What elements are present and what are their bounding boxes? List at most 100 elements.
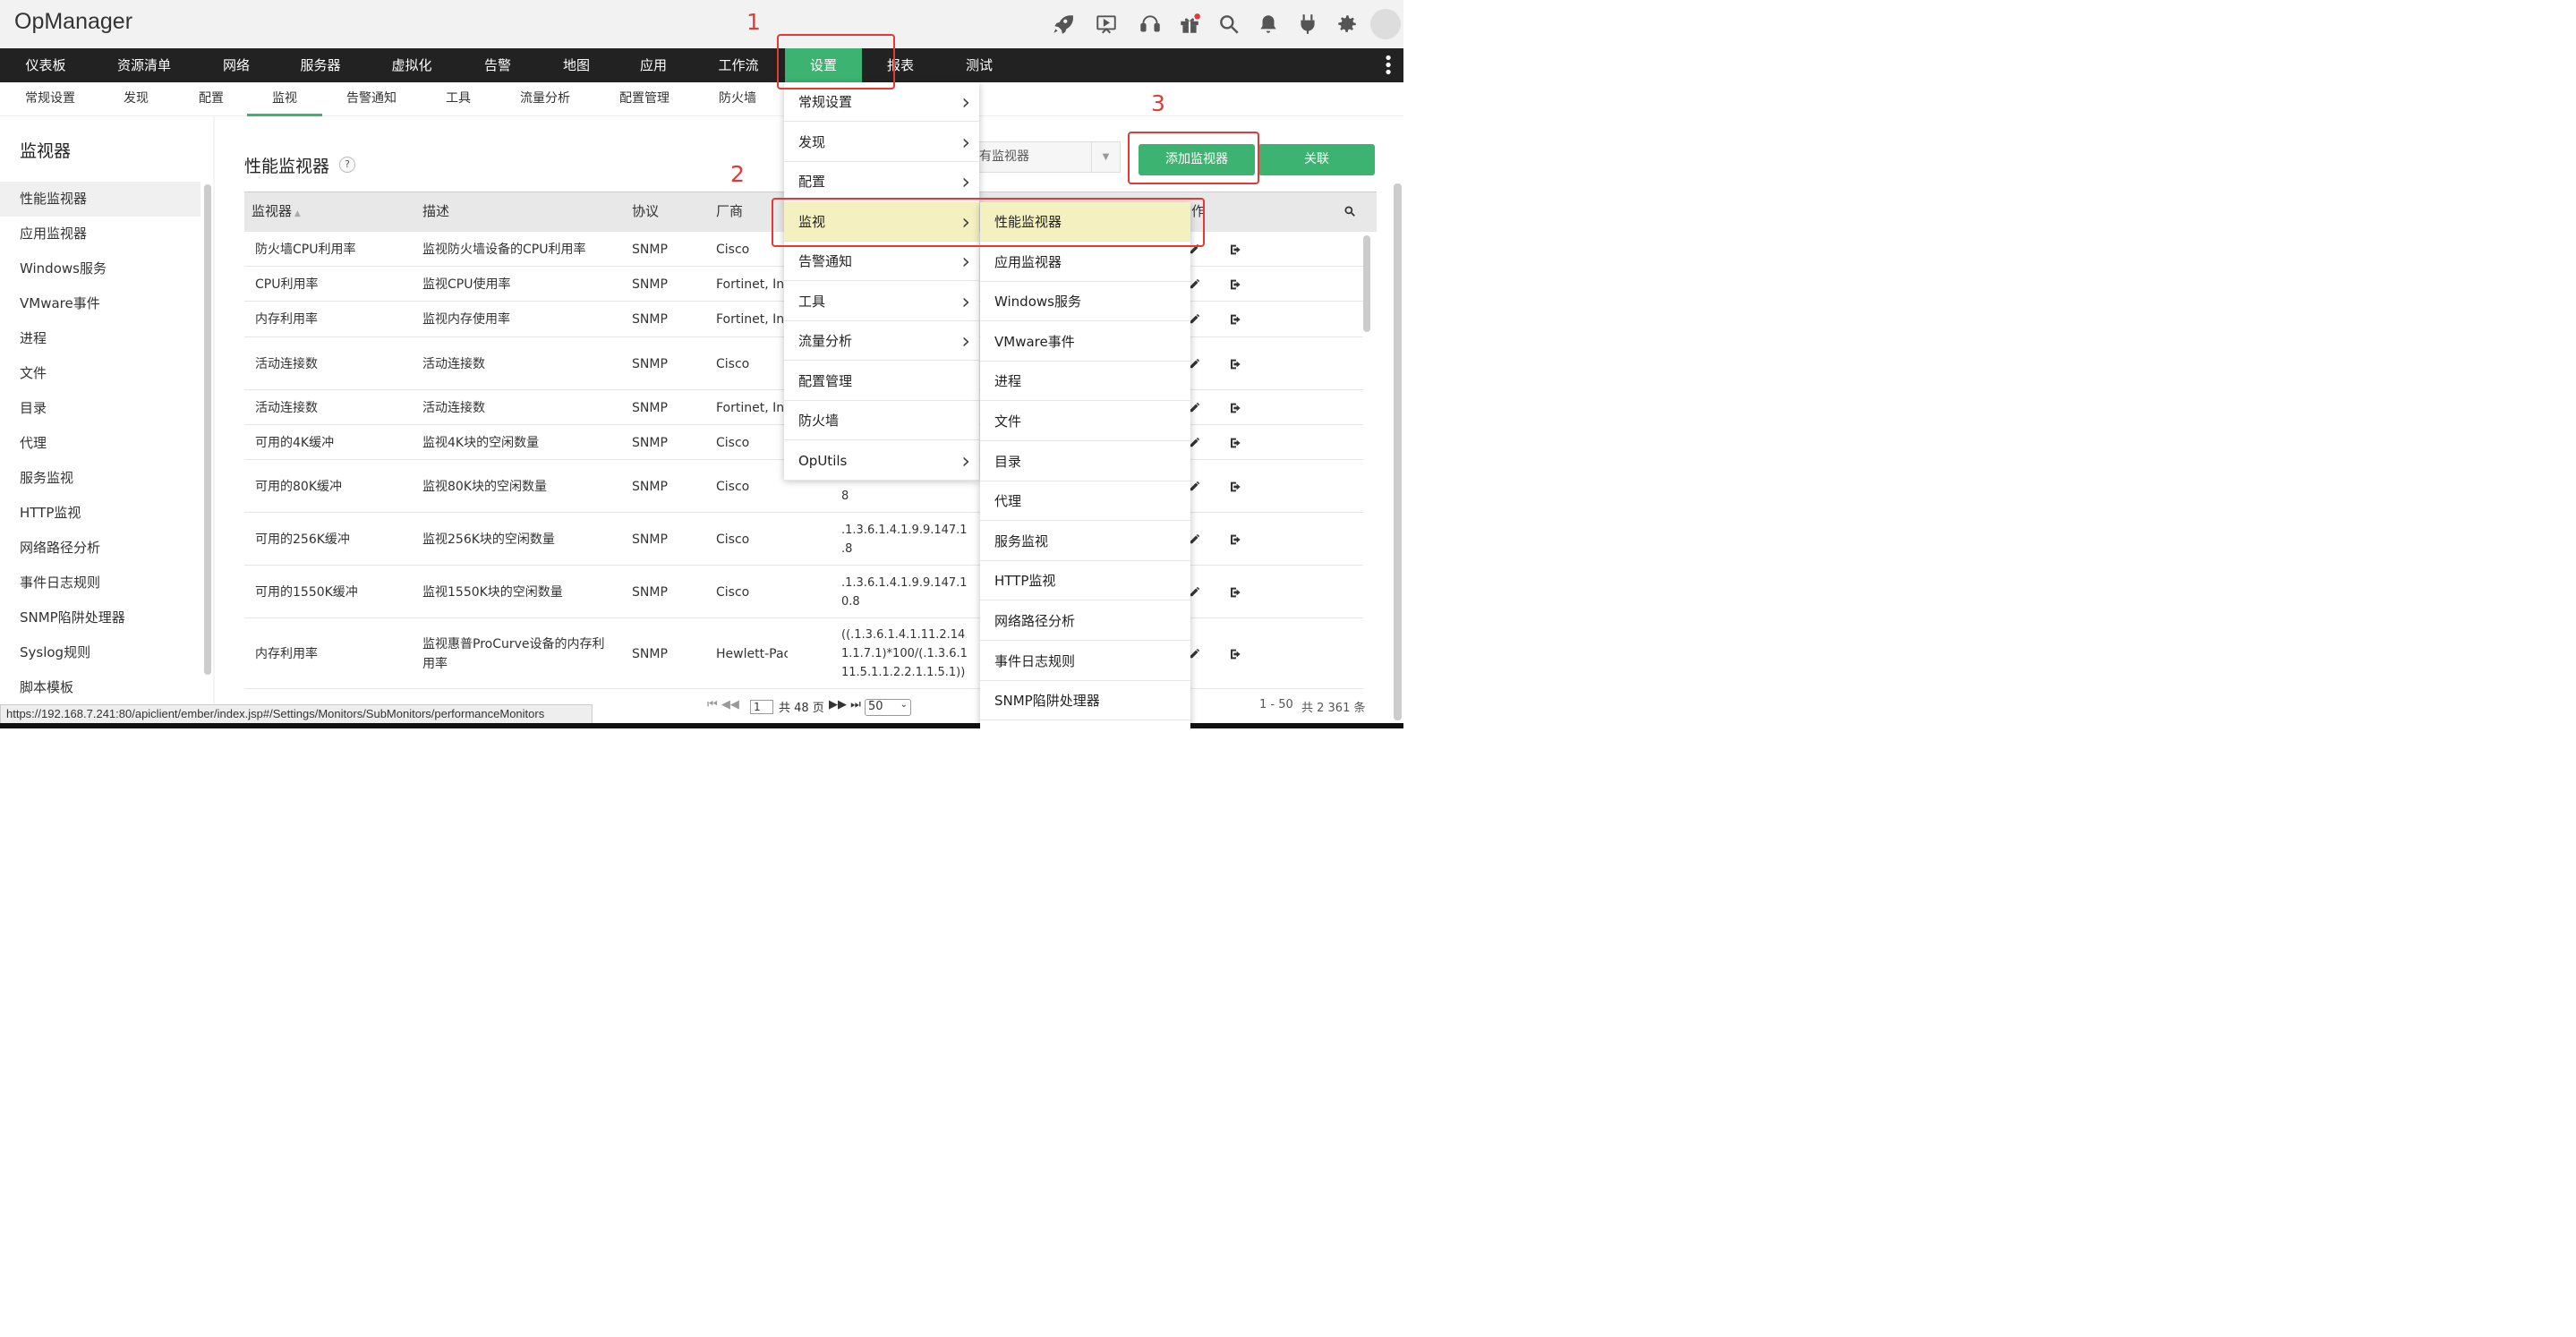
sidebar-item-service[interactable]: 服务监视: [0, 461, 200, 496]
col-protocol[interactable]: 协议: [632, 192, 659, 233]
sidebar-item-performance[interactable]: 性能监视器: [0, 182, 200, 217]
nav-virtualization[interactable]: 虚拟化: [383, 48, 440, 82]
presentation-icon[interactable]: [1093, 11, 1120, 38]
associate-icon[interactable]: [1229, 357, 1243, 371]
col-vendor[interactable]: 厂商: [716, 192, 743, 233]
edit-icon[interactable]: [1189, 647, 1203, 661]
settings-menu-item[interactable]: 工具 ›: [784, 282, 979, 321]
monitoring-submenu-item[interactable]: 代理: [980, 481, 1190, 522]
sidebar-item-eventlog[interactable]: 事件日志规则: [0, 566, 200, 600]
edit-icon[interactable]: [1189, 480, 1203, 494]
bell-icon[interactable]: [1255, 11, 1282, 38]
monitoring-submenu-item[interactable]: 事件日志规则: [980, 642, 1190, 681]
subnav-general[interactable]: 常规设置: [16, 82, 84, 116]
edit-icon[interactable]: [1189, 357, 1203, 371]
search-icon[interactable]: [1215, 11, 1242, 38]
monitoring-submenu-item[interactable]: 应用监视器: [980, 243, 1190, 282]
monitoring-submenu-item[interactable]: VMware事件: [980, 322, 1190, 362]
more-menu-icon[interactable]: • • •: [1383, 51, 1394, 81]
nav-inventory[interactable]: 资源清单: [109, 48, 179, 82]
edit-icon[interactable]: [1189, 401, 1203, 415]
edit-icon[interactable]: [1189, 585, 1203, 600]
sidebar-item-folder[interactable]: 目录: [0, 391, 200, 426]
monitoring-submenu-item[interactable]: 文件: [980, 402, 1190, 441]
sidebar-item-windows-services[interactable]: Windows服务: [0, 251, 200, 286]
headset-icon[interactable]: [1137, 11, 1164, 38]
nav-network[interactable]: 网络: [211, 48, 261, 82]
associate-icon[interactable]: [1229, 436, 1243, 450]
settings-menu-item[interactable]: 配置管理: [784, 362, 979, 401]
subnav-notification[interactable]: 告警通知: [337, 82, 406, 116]
associate-icon[interactable]: [1229, 480, 1243, 494]
sidebar-item-snmp-trap[interactable]: SNMP陷阱处理器: [0, 600, 200, 635]
subnav-discovery[interactable]: 发现: [115, 82, 158, 116]
associate-icon[interactable]: [1229, 312, 1243, 327]
subnav-flow[interactable]: 流量分析: [510, 82, 580, 116]
sidebar-item-vmware-events[interactable]: VMware事件: [0, 286, 200, 321]
associate-icon[interactable]: [1229, 401, 1243, 415]
subnav-firewall[interactable]: 防火墙: [709, 82, 766, 116]
settings-menu-item[interactable]: 配置 ›: [784, 162, 979, 201]
col-monitor[interactable]: 监视器 ▲: [252, 192, 301, 233]
settings-menu-item[interactable]: 发现 ›: [784, 123, 979, 162]
subnav-ncm[interactable]: 配置管理: [610, 82, 678, 116]
sidebar-scrollbar[interactable]: [204, 184, 211, 675]
pager-next-last-icon[interactable]: ▶▶ ⏭: [829, 698, 861, 711]
monitoring-submenu-item[interactable]: 进程: [980, 362, 1190, 402]
table-row[interactable]: 可用的256K缓冲 监视256K块的空闲数量 SNMP Cisco .1.3.6.1.4…: [244, 513, 1363, 566]
col-description[interactable]: 描述: [422, 192, 449, 233]
help-icon[interactable]: ?: [339, 157, 355, 173]
sidebar-item-process[interactable]: 进程: [0, 321, 200, 356]
associate-icon[interactable]: [1229, 243, 1243, 257]
sidebar-item-script[interactable]: 脚本模板: [0, 670, 200, 705]
monitoring-submenu-item[interactable]: SNMP陷阱处理器: [980, 681, 1190, 721]
monitoring-submenu-item[interactable]: 目录: [980, 442, 1190, 481]
gear-icon[interactable]: [1334, 11, 1361, 38]
table-search-icon[interactable]: [1343, 192, 1356, 233]
settings-menu-item[interactable]: 防火墙: [784, 401, 979, 440]
sidebar-item-agent[interactable]: 代理: [0, 426, 200, 461]
plug-icon[interactable]: [1294, 11, 1321, 38]
sidebar-item-file[interactable]: 文件: [0, 356, 200, 391]
associate-icon[interactable]: [1229, 532, 1243, 547]
nav-workflow[interactable]: 工作流: [711, 48, 766, 82]
settings-menu-item[interactable]: 流量分析 ›: [784, 321, 979, 361]
table-row[interactable]: 内存利用率 监视惠普ProCurve设备的内存利 用率 SNMP Hewlett-Pa…: [244, 618, 1363, 689]
avatar[interactable]: [1370, 9, 1401, 39]
monitoring-submenu-item[interactable]: 网络路径分析: [980, 601, 1190, 641]
sidebar-item-syslog[interactable]: Syslog规则: [0, 635, 200, 670]
pager-first-prev-icon[interactable]: ⏮ ◀◀: [707, 698, 739, 711]
monitoring-submenu-item[interactable]: 服务监视: [980, 522, 1190, 561]
edit-icon[interactable]: [1189, 277, 1203, 292]
associate-icon[interactable]: [1229, 585, 1243, 600]
edit-icon[interactable]: [1189, 532, 1203, 547]
page-number-input[interactable]: 1: [750, 700, 773, 714]
monitoring-submenu-item[interactable]: HTTP监视: [980, 561, 1190, 601]
page-scrollbar[interactable]: [1394, 183, 1402, 720]
subnav-config[interactable]: 配置: [190, 82, 233, 116]
nav-servers[interactable]: 服务器: [292, 48, 349, 82]
subnav-tools[interactable]: 工具: [437, 82, 480, 116]
associate-icon[interactable]: [1229, 647, 1243, 661]
nav-dashboard[interactable]: 仪表板: [13, 48, 79, 82]
nav-maps[interactable]: 地图: [553, 48, 600, 82]
app-logo[interactable]: OpManager: [14, 9, 132, 35]
monitoring-submenu-item[interactable]: Windows服务: [980, 282, 1190, 322]
table-scrollbar[interactable]: [1363, 235, 1370, 332]
per-page-select[interactable]: 50 ⌄: [865, 699, 911, 716]
gift-icon[interactable]: [1176, 11, 1203, 38]
sidebar-item-http[interactable]: HTTP监视: [0, 496, 200, 531]
nav-test[interactable]: 测试: [956, 48, 1002, 82]
table-row[interactable]: 可用的1550K缓冲 监视1550K块的空闲数量 SNMP Cisco .1.3.6.1…: [244, 566, 1363, 618]
associate-icon[interactable]: [1229, 277, 1243, 292]
subnav-monitoring[interactable]: 监视: [247, 82, 322, 116]
rocket-icon[interactable]: [1049, 11, 1076, 38]
nav-apps[interactable]: 应用: [630, 48, 677, 82]
edit-icon[interactable]: [1189, 436, 1203, 450]
settings-menu-item[interactable]: 告警通知 ›: [784, 242, 979, 281]
sidebar-item-netpath[interactable]: 网络路径分析: [0, 531, 200, 566]
edit-icon[interactable]: [1189, 312, 1203, 327]
associate-button[interactable]: 关联: [1258, 144, 1375, 175]
settings-menu-item[interactable]: OpUtils ›: [784, 441, 979, 481]
sidebar-item-application[interactable]: 应用监视器: [0, 217, 200, 251]
